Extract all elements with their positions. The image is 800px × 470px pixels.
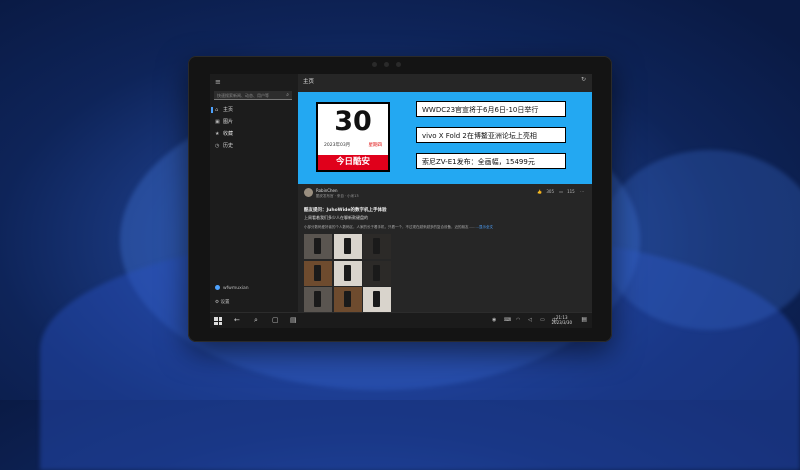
calendar-weekday: 星期四 xyxy=(368,143,383,148)
sidebar-item-label: 主页 xyxy=(223,107,234,113)
calendar-date: 2023年03月 xyxy=(324,143,351,148)
post-body: 小部分数码爱好者的个人数码区，人家的长于看手机，只看一个，不过现在越来越多的复合… xyxy=(304,225,564,230)
windows-start-icon[interactable] xyxy=(214,317,222,325)
top-bar: 主页 ↻ xyxy=(298,74,592,88)
comment-count: 115 xyxy=(567,189,575,194)
sidebar: ≡ 快速搜索新闻、动态、用户等 ⌕ ⌂ 主页 ▣ 图片 ★ 收藏 ◷ 历史 wfwmux… xyxy=(210,74,298,312)
post-image[interactable] xyxy=(363,287,391,312)
calendar-day: 30 xyxy=(334,106,372,137)
post-image[interactable] xyxy=(304,287,332,312)
post-body-text: 小部分数码爱好者的个人数码区，人家的长于看手机，只看一个，不过现在越来越多的复合… xyxy=(304,225,476,229)
headline-item[interactable]: vivo X Fold 2在博鳌亚洲论坛上亮相 xyxy=(416,127,566,143)
calendar-card: 30 2023年03月 星期四 今日酷安 xyxy=(316,102,390,172)
post-meta: 酷安发布官 · 来自 · 小米13 xyxy=(316,194,359,198)
post-image[interactable] xyxy=(333,260,362,286)
camera-dot xyxy=(372,62,377,67)
sidebar-item-home[interactable]: ⌂ 主页 xyxy=(210,104,298,116)
sidebar-item-label: 图片 xyxy=(223,119,234,125)
sidebar-item-label: 收藏 xyxy=(223,131,234,137)
refresh-icon[interactable]: ↻ xyxy=(581,76,586,83)
clock[interactable]: 21:13 2023/3/30 xyxy=(551,315,572,325)
task-view-icon[interactable]: ▢ xyxy=(272,316,279,324)
avatar[interactable] xyxy=(304,188,313,197)
sidebar-item-label: 历史 xyxy=(223,143,234,149)
headline-item[interactable]: WWDC23官宣将于6月6日-10日举行 xyxy=(416,101,566,117)
settings-label: 设置 xyxy=(220,300,230,305)
post-lead: 上周看着我们多少人在聊新款键盘的 xyxy=(304,215,368,220)
post-author[interactable]: RobinChen xyxy=(316,188,338,193)
post-title[interactable]: 酷友提问：JuhoWide的数字机上手体验 xyxy=(304,207,386,213)
search-input[interactable]: 快速搜索新闻、动态、用户等 ⌕ xyxy=(214,91,292,100)
tray-icon[interactable]: ◉ xyxy=(492,317,496,323)
sidebar-item-images[interactable]: ▣ 图片 xyxy=(210,116,298,128)
search-icon[interactable]: ⌕ xyxy=(254,316,258,325)
more-icon[interactable]: ⋯ xyxy=(580,189,584,194)
back-icon[interactable]: ← xyxy=(234,316,240,324)
like-icon[interactable]: 👍 xyxy=(537,189,542,194)
show-more-link[interactable]: …显示全文 xyxy=(476,225,494,229)
sidebar-item-history[interactable]: ◷ 历史 xyxy=(210,140,298,152)
post-stats: 👍 305 ▭ 115 ⋯ xyxy=(533,189,584,194)
hamburger-icon[interactable]: ≡ xyxy=(215,78,221,86)
tray-icon[interactable]: ⌨ xyxy=(504,317,511,323)
page-title: 主页 xyxy=(303,79,315,85)
calendar-footer: 今日酷安 xyxy=(318,155,388,170)
main-content: 主页 ↻ 30 2023年03月 星期四 今日酷安 WWDC23官宣将于6月6日… xyxy=(298,74,592,312)
notification-icon[interactable]: ▤ xyxy=(581,316,587,323)
clock-date: 2023/3/30 xyxy=(551,320,572,325)
search-placeholder: 快速搜索新闻、动态、用户等 xyxy=(217,93,269,98)
wifi-icon[interactable]: ◠ xyxy=(516,317,520,323)
image-grid xyxy=(304,234,391,312)
gear-icon: ⚙ xyxy=(215,300,220,305)
taskbar: ← ⌕ ▢ ▤ ◉ ⌨ ◠ ◁ ▭ 中 21:13 2023/3/30 ▤ xyxy=(210,312,592,328)
post-image[interactable] xyxy=(304,260,332,286)
camera-dot xyxy=(384,62,389,67)
post-image[interactable] xyxy=(363,234,391,259)
daily-banner[interactable]: 30 2023年03月 星期四 今日酷安 WWDC23官宣将于6月6日-10日举… xyxy=(298,92,592,184)
headline-item[interactable]: 索尼ZV-E1发布：全画幅，15499元 xyxy=(416,153,566,169)
post-image[interactable] xyxy=(333,287,362,312)
home-icon: ⌂ xyxy=(215,107,219,113)
user-account[interactable]: wfwmuxian xyxy=(215,285,249,291)
camera-dot xyxy=(396,62,401,67)
volume-icon[interactable]: ◁ xyxy=(528,317,532,323)
image-icon: ▣ xyxy=(215,119,220,125)
sidebar-item-favorites[interactable]: ★ 收藏 xyxy=(210,128,298,140)
post-image[interactable] xyxy=(333,234,362,259)
battery-icon[interactable]: ▭ xyxy=(540,317,545,323)
search-icon[interactable]: ⌕ xyxy=(286,91,289,99)
post-image[interactable] xyxy=(363,260,391,286)
star-icon: ★ xyxy=(215,131,220,137)
tablet-frame: ≡ 快速搜索新闻、动态、用户等 ⌕ ⌂ 主页 ▣ 图片 ★ 收藏 ◷ 历史 wfwmux… xyxy=(188,56,612,342)
post-header: RobinChen 酷安发布官 · 来自 · 小米13 👍 305 ▭ 115 ⋯ xyxy=(304,188,586,204)
app-icon[interactable]: ▤ xyxy=(290,316,297,324)
user-name: wfwmuxian xyxy=(223,286,249,291)
post-image[interactable] xyxy=(304,234,332,259)
avatar xyxy=(215,285,220,290)
history-icon: ◷ xyxy=(215,143,220,149)
screen: ≡ 快速搜索新闻、动态、用户等 ⌕ ⌂ 主页 ▣ 图片 ★ 收藏 ◷ 历史 wfwmux… xyxy=(210,74,592,328)
comment-icon[interactable]: ▭ xyxy=(559,189,563,194)
settings-item[interactable]: ⚙ 设置 xyxy=(215,299,229,305)
like-count: 305 xyxy=(546,189,555,194)
